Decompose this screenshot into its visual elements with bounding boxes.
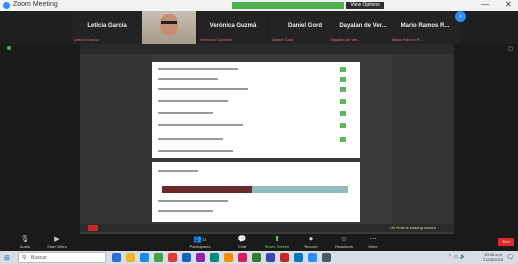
participant-status: Dayalan de Ver... [330, 37, 361, 42]
chat-icon: 💬 [237, 236, 247, 243]
shared-app-sidebar [80, 54, 152, 224]
participant-tile[interactable]: Leticia García Leticia García [72, 11, 142, 44]
chat-button[interactable]: 💬 Chat [232, 235, 252, 249]
check-icon [340, 87, 346, 92]
red-indicator [88, 225, 98, 231]
shared-document-page [152, 62, 360, 158]
taskbar-app-icon[interactable] [112, 253, 121, 262]
text-line [158, 88, 248, 90]
more-button[interactable]: ⋯ More [364, 235, 382, 249]
audio-button[interactable]: 🎙 Audio [14, 235, 36, 249]
taskbar-app-icon[interactable] [140, 253, 149, 262]
participant-face [160, 14, 178, 36]
camera-icon: ▶ [54, 236, 60, 243]
taskbar-app-icon[interactable] [294, 253, 303, 262]
taskbar-app-icon[interactable] [168, 253, 177, 262]
text-line [158, 138, 223, 140]
record-button[interactable]: ⏺ Record [300, 235, 322, 249]
participant-name: Dayalan de Ver... [339, 23, 387, 29]
search-icon: ⚲ [22, 255, 27, 261]
participant-tile[interactable]: Dayalan de Ver... Dayalan de Ver... [328, 11, 398, 44]
participant-tile[interactable]: Mario Ramos R... Mario Ramos R... [390, 11, 460, 44]
check-icon [340, 111, 346, 116]
end-meeting-button[interactable]: End [498, 238, 514, 246]
taskbar-app-icon[interactable] [322, 253, 331, 262]
windows-start-icon[interactable]: ⊞ [4, 254, 10, 262]
recording-indicator [7, 46, 13, 52]
shared-app-right-panel [392, 54, 454, 224]
participants-button[interactable]: 👥31 Participants [182, 235, 218, 249]
taskbar-app-icon[interactable] [280, 253, 289, 262]
participants-count: 31 [202, 237, 207, 242]
text-line [158, 150, 233, 152]
participant-video[interactable] [142, 11, 196, 44]
share-screen-icon: ⬆ [274, 236, 280, 243]
check-icon [340, 137, 346, 142]
highlighted-cell [162, 186, 252, 193]
participant-name: Verónica Guzmá [209, 23, 257, 29]
participant-status: Mario Ramos R... [392, 37, 424, 42]
shared-app-statusbar: Un Host is sharing screen [80, 224, 454, 232]
shared-app-toolbar [80, 44, 454, 54]
share-caption: Un Host is sharing screen [390, 225, 436, 230]
more-icon: ⋯ [369, 236, 377, 243]
participants-icon: 👥31 [193, 236, 207, 243]
text-line [158, 112, 213, 114]
check-icon [340, 99, 346, 104]
reactions-icon: ☺ [340, 236, 348, 243]
taskbar-app-icon[interactable] [308, 253, 317, 262]
highlighted-cell [252, 186, 348, 193]
record-icon: ⏺ [309, 236, 313, 243]
check-icon [340, 123, 346, 128]
taskbar-app-icon[interactable] [182, 253, 191, 262]
taskbar-app-icon[interactable] [252, 253, 261, 262]
notification-icon[interactable]: 🗨 [506, 254, 514, 261]
windows-taskbar: ⊞ ⚲ Buscar ⌃ ▭ 🔊 10:06 a.m. 21/09/2020 🗨 [0, 251, 518, 264]
reactions-button[interactable]: ☺ Reactions [330, 235, 358, 249]
system-tray-icons[interactable]: ⌃ ▭ 🔊 [448, 254, 466, 260]
taskbar-app-icon[interactable] [210, 253, 219, 262]
check-icon [340, 77, 346, 82]
text-line [158, 210, 213, 212]
text-line [158, 100, 228, 102]
participant-name: Mario Ramos R... [400, 23, 450, 29]
participant-name: Leticia García [87, 23, 127, 29]
microphone-icon: 🎙 [20, 236, 30, 243]
taskbar-app-icon[interactable] [196, 253, 205, 262]
share-screen-button[interactable]: ⬆ Share Screen [260, 235, 294, 249]
participant-status: Leticia García [74, 37, 99, 42]
meeting-toolbar: 🎙 Audio ▶ Start Video 👥31 Participants 💬… [0, 234, 518, 251]
start-video-button[interactable]: ▶ Start Video [42, 235, 72, 249]
glasses [161, 21, 177, 24]
taskbar-app-icon[interactable] [126, 253, 135, 262]
title-bar: Zoom Meeting View Options — ✕ [0, 0, 518, 11]
taskbar-clock[interactable]: 10:06 a.m. 21/09/2020 [483, 252, 503, 262]
taskbar-app-icon[interactable] [238, 253, 247, 262]
text-line [158, 200, 228, 202]
participant-strip: Leticia García Leticia García Verónica G… [0, 11, 518, 44]
next-page-icon[interactable]: › [455, 11, 466, 22]
participant-tile[interactable]: Verónica Guzmá Verónica Guzmán [198, 11, 268, 44]
text-line [158, 68, 238, 70]
taskbar-search-input[interactable]: ⚲ Buscar [18, 252, 106, 263]
search-placeholder: Buscar [31, 255, 47, 261]
shared-document-page [152, 162, 360, 222]
participant-status: Verónica Guzmán [200, 37, 232, 42]
zoom-logo-icon [3, 2, 10, 9]
minimize-icon[interactable]: — [481, 0, 489, 9]
text-line [158, 78, 218, 80]
view-options-button[interactable]: View Options [346, 2, 384, 9]
screen-share-banner[interactable] [232, 2, 344, 9]
taskbar-app-icon[interactable] [266, 253, 275, 262]
check-icon [340, 67, 346, 72]
window-title: Zoom Meeting [13, 1, 58, 8]
text-line [158, 170, 198, 172]
close-icon[interactable]: ✕ [505, 0, 512, 9]
status-dot-icon [7, 46, 11, 50]
text-line [158, 124, 243, 126]
taskbar-app-icon[interactable] [224, 253, 233, 262]
taskbar-app-icon[interactable] [154, 253, 163, 262]
view-indicator[interactable]: ▢ [508, 46, 513, 52]
